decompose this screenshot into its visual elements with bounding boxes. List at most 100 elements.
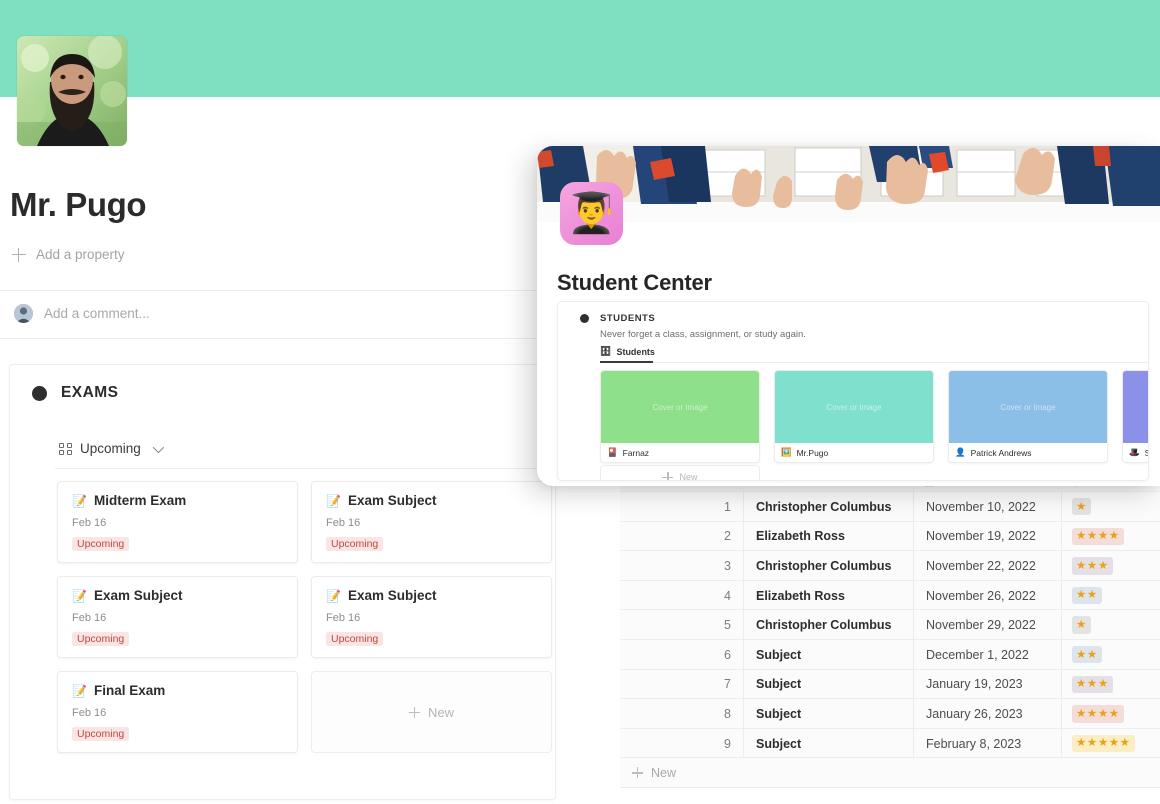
exam-card-grid: 📝 Midterm Exam Feb 16 Upcoming 📝 Exam Su… <box>57 481 552 753</box>
table-row[interactable]: 1 Christopher Columbus November 10, 2022… <box>620 492 1160 522</box>
star-rating-badge: ★★★★★ <box>1072 734 1135 753</box>
cell-topic: Christopher Columbus <box>744 492 914 522</box>
page-emoji-icon[interactable]: 👨‍🎓 <box>560 182 623 245</box>
exam-card-title-row: 📝 Midterm Exam <box>72 493 283 508</box>
cell-difficulty: ★ <box>1062 610 1160 640</box>
table-row[interactable]: 7 Subject January 19, 2023 ★★★ <box>620 669 1160 700</box>
cell-topic: Subject <box>744 699 914 729</box>
new-row-button[interactable]: New <box>620 758 1160 789</box>
cell-order: 1 <box>620 492 744 522</box>
add-comment-row[interactable]: Add a comment... <box>14 304 150 323</box>
star-rating-badge: ★★ <box>1072 586 1102 605</box>
star-rating-badge: ★★★ <box>1072 557 1113 575</box>
students-section-card: STUDENTS Never forget a class, assignmen… <box>557 301 1149 481</box>
exam-card-title-row: 📝 Exam Subject <box>326 493 537 508</box>
cell-topic: Subject <box>744 639 914 670</box>
database-tab-students[interactable]: 🗄 Students <box>600 346 655 361</box>
cell-difficulty: ★★★ <box>1062 551 1160 581</box>
exam-title: Exam Subject <box>347 493 437 508</box>
star-rating-badge: ★★★★ <box>1072 705 1124 723</box>
exams-header: EXAMS <box>32 384 118 402</box>
exam-card[interactable]: 📝 Exam Subject Feb 16 Upcoming <box>311 481 552 563</box>
student-card[interactable]: Cover or Image 👤 Patrick Andrews <box>948 370 1108 463</box>
student-name: Scarlett Harris <box>1145 448 1148 458</box>
status-badge: Upcoming <box>72 727 130 741</box>
database-icon: 🗄 <box>600 346 612 356</box>
exam-card[interactable]: 📝 Midterm Exam Feb 16 Upcoming <box>57 481 298 563</box>
student-card[interactable]: Cover or Image 🎴 Farnaz <box>600 370 760 463</box>
page-title: Mr. Pugo <box>10 186 147 223</box>
exam-card-title-row: 📝 Exam Subject <box>326 588 537 603</box>
cell-topic: Subject <box>744 728 914 759</box>
student-center-window: 👨‍🎓 Student Center STUDENTS Never forget… <box>537 146 1160 486</box>
exams-panel: EXAMS Upcoming 📝 Midterm Exam Feb 16 Upc… <box>9 364 556 800</box>
plus-icon <box>662 471 674 480</box>
memo-icon: 📝 <box>72 588 87 603</box>
exams-section-title: EXAMS <box>61 384 119 401</box>
plus-icon <box>632 767 643 779</box>
students-gallery: Cover or Image 🎴 Farnaz Cover or Image 🖼… <box>600 370 1148 463</box>
active-tab-indicator <box>600 361 653 363</box>
exam-date: Feb 16 <box>326 517 361 529</box>
cell-due-date: November 29, 2022 <box>914 610 1062 640</box>
gallery-view-icon <box>59 442 72 455</box>
cell-topic: Elizabeth Ross <box>744 521 914 552</box>
bullet-dot-icon <box>580 314 589 323</box>
plus-icon <box>12 247 26 262</box>
profile-cover-banner[interactable] <box>0 0 1160 97</box>
cell-topic: Christopher Columbus <box>744 610 914 640</box>
divider <box>55 468 545 469</box>
view-selector[interactable]: Upcoming <box>59 441 164 456</box>
student-name: Patrick Andrews <box>970 447 1032 458</box>
chevron-down-icon[interactable] <box>152 441 164 453</box>
cell-order: 3 <box>620 551 744 581</box>
cell-due-date: November 22, 2022 <box>914 551 1062 581</box>
student-name: Mr.Pugo <box>796 447 829 458</box>
exam-card[interactable]: 📝 Exam Subject Feb 16 Upcoming <box>311 576 552 658</box>
comment-input[interactable]: Add a comment... <box>44 306 150 321</box>
table-row[interactable]: 6 Subject December 1, 2022 ★★ <box>620 639 1160 670</box>
database-tab-label: Students <box>616 346 655 357</box>
cell-order: 7 <box>620 669 744 700</box>
cell-due-date: December 1, 2022 <box>914 639 1062 670</box>
exam-date: Feb 16 <box>72 612 107 624</box>
new-student-button[interactable]: New <box>600 465 760 480</box>
exam-card[interactable]: 📝 Exam Subject Feb 16 Upcoming <box>57 576 298 658</box>
cell-difficulty: ★ <box>1062 492 1160 522</box>
student-card-label: 🖼️ Mr.Pugo <box>775 443 933 462</box>
table-row[interactable]: 5 Christopher Columbus November 29, 2022… <box>620 610 1160 640</box>
new-exam-card-button[interactable]: New <box>311 671 552 753</box>
cell-due-date: November 10, 2022 <box>914 492 1062 522</box>
cell-order: 9 <box>620 728 744 759</box>
table-row[interactable]: 9 Subject February 8, 2023 ★★★★★ <box>620 728 1160 759</box>
student-card[interactable]: Cover or Image 🖼️ Mr.Pugo <box>774 370 934 463</box>
student-card-cover: Cover or Image <box>601 371 759 443</box>
cell-order: 2 <box>620 521 744 552</box>
add-property-button[interactable]: Add a property <box>12 247 125 262</box>
memo-icon: 📝 <box>326 588 341 603</box>
cell-difficulty: ★★★★ <box>1062 699 1160 729</box>
exam-title: Final Exam <box>93 683 166 698</box>
memo-icon: 📝 <box>72 493 87 508</box>
cell-difficulty: ★★ <box>1062 581 1160 611</box>
table-row[interactable]: 2 Elizabeth Ross November 19, 2022 ★★★★ <box>620 521 1160 552</box>
app-root: Mr. Pugo Add a property Add a comment...… <box>0 0 1160 804</box>
student-center-cover-image[interactable] <box>537 146 1160 222</box>
cell-topic: Christopher Columbus <box>744 551 914 581</box>
exam-date: Feb 16 <box>72 517 107 529</box>
exam-title: Midterm Exam <box>93 493 187 508</box>
avatar <box>14 304 33 323</box>
cell-difficulty: ★★ <box>1062 640 1160 670</box>
student-card-label: 🎴 Farnaz <box>601 443 759 462</box>
profile-avatar-image[interactable] <box>17 36 127 146</box>
cell-difficulty: ★★★★★ <box>1062 729 1160 759</box>
table-row[interactable]: 3 Christopher Columbus November 22, 2022… <box>620 551 1160 581</box>
cell-topic: Subject <box>744 669 914 700</box>
table-row[interactable]: 4 Elizabeth Ross November 26, 2022 ★★ <box>620 580 1160 611</box>
exam-card[interactable]: 📝 Final Exam Feb 16 Upcoming <box>57 671 298 753</box>
table-row[interactable]: 8 Subject January 26, 2023 ★★★★ <box>620 699 1160 729</box>
cell-order: 6 <box>620 639 744 670</box>
student-card[interactable]: Cover or Image 🎩 Scarlett Harris <box>1122 370 1148 463</box>
exam-card-title-row: 📝 Final Exam <box>72 683 283 698</box>
student-emoji-icon: 🖼️ <box>781 447 792 457</box>
